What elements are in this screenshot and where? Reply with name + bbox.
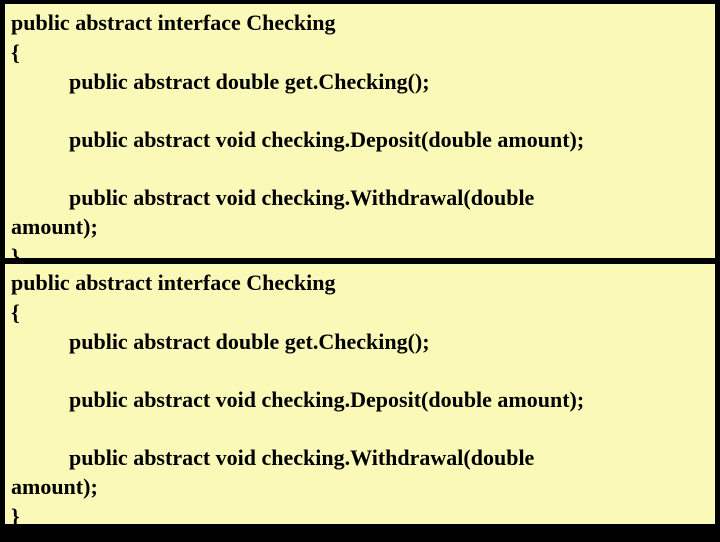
method-withdrawal-line2: amount); xyxy=(11,212,709,242)
blank-line xyxy=(11,357,709,385)
blank-line xyxy=(11,97,709,125)
blank-line xyxy=(11,155,709,183)
brace-close: } xyxy=(11,242,709,260)
brace-open: { xyxy=(11,298,709,328)
method-deposit: public abstract void checking.Deposit(do… xyxy=(11,125,709,155)
brace-open: { xyxy=(11,38,709,68)
method-getchecking: public abstract double get.Checking(); xyxy=(11,327,709,357)
method-withdrawal-line1: public abstract void checking.Withdrawal… xyxy=(11,183,709,213)
method-withdrawal-line1: public abstract void checking.Withdrawal… xyxy=(11,443,709,473)
interface-signature: public abstract interface Checking xyxy=(11,268,709,298)
brace-close: } xyxy=(11,502,709,526)
method-getchecking: public abstract double get.Checking(); xyxy=(11,67,709,97)
interface-signature: public abstract interface Checking xyxy=(11,8,709,38)
blank-line xyxy=(11,415,709,443)
method-deposit: public abstract void checking.Deposit(do… xyxy=(11,385,709,415)
code-block-1: public abstract interface Checking { pub… xyxy=(3,2,717,260)
method-withdrawal-line2: amount); xyxy=(11,472,709,502)
code-block-2: public abstract interface Checking { pub… xyxy=(3,262,717,526)
